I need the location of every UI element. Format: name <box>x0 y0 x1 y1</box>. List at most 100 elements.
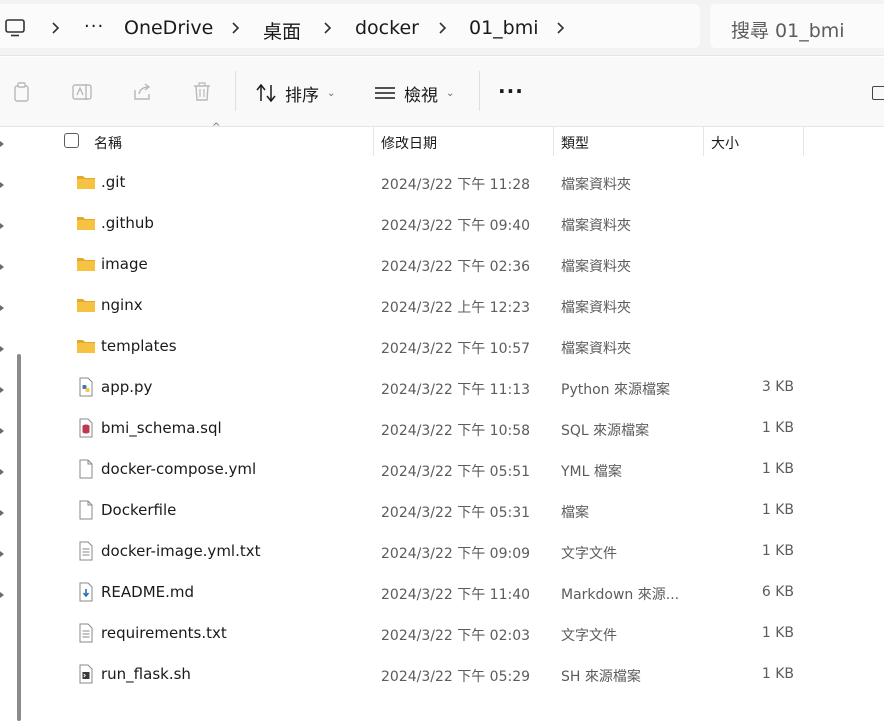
column-size[interactable]: 大小 <box>711 133 739 153</box>
search-input[interactable]: 搜尋 01_bmi <box>710 4 884 48</box>
file-size: 1 KB <box>761 543 794 559</box>
breadcrumb-item-onedrive[interactable]: OneDrive <box>124 17 213 39</box>
file-date: 2024/3/22 下午 09:09 <box>381 546 531 562</box>
file-type: 檔案資料夾 <box>561 177 631 193</box>
expand-arrow-icon[interactable] <box>0 223 4 229</box>
expand-arrow-icon[interactable] <box>0 592 4 598</box>
chevron-right-icon[interactable] <box>230 18 242 38</box>
column-name[interactable]: 名稱 <box>94 133 122 153</box>
file-name[interactable]: requirements.txt <box>101 624 227 642</box>
sort-label: 排序 <box>285 85 319 106</box>
file-row[interactable]: run_flask.sh 2024/3/22 下午 05:29 SH 來源檔案 1 K… <box>36 654 884 695</box>
folder-icon <box>76 172 96 192</box>
file-row[interactable]: app.py 2024/3/22 下午 11:13 Python 來源檔案 3 KB <box>36 367 884 408</box>
file-row[interactable]: bmi_schema.sql 2024/3/22 下午 10:58 SQL 來源檔案… <box>36 408 884 449</box>
expand-arrow-icon[interactable] <box>0 551 4 557</box>
column-header: ^ 名稱 修改日期 類型 大小 <box>36 122 884 158</box>
file-row[interactable]: docker-compose.yml 2024/3/22 下午 05:51 YML … <box>36 449 884 490</box>
file-name[interactable]: .github <box>101 214 154 232</box>
column-divider[interactable] <box>373 126 374 156</box>
view-icon <box>375 87 395 99</box>
delete-icon[interactable] <box>191 81 213 103</box>
nav-scrollbar[interactable] <box>17 354 21 721</box>
expand-arrow-icon[interactable] <box>0 387 4 393</box>
column-date[interactable]: 修改日期 <box>381 133 437 153</box>
file-name[interactable]: nginx <box>101 296 143 314</box>
file-row[interactable]: requirements.txt 2024/3/22 下午 02:03 文字文件 1 … <box>36 613 884 654</box>
column-divider[interactable] <box>803 126 804 156</box>
file-type: Python 來源檔案 <box>561 382 670 398</box>
breadcrumb[interactable]: ··· OneDrive 桌面 docker 01_bmi <box>0 4 700 48</box>
file-row[interactable]: Dockerfile 2024/3/22 下午 05:31 檔案 1 KB <box>36 490 884 531</box>
file-row[interactable]: nginx 2024/3/22 上午 12:23 檔案資料夾 <box>36 285 884 326</box>
file-size: 1 KB <box>761 420 794 436</box>
breadcrumb-more-button[interactable]: ··· <box>84 16 104 37</box>
folder-icon <box>76 254 96 274</box>
file-row[interactable]: image 2024/3/22 下午 02:36 檔案資料夾 <box>36 244 884 285</box>
chevron-down-icon: ⌄ <box>446 87 455 99</box>
chevron-right-icon[interactable] <box>50 18 62 38</box>
folder-icon <box>76 295 96 315</box>
file-name[interactable]: run_flask.sh <box>101 665 191 683</box>
file-date: 2024/3/22 下午 11:40 <box>381 587 531 603</box>
expand-arrow-icon[interactable] <box>0 264 4 270</box>
breadcrumb-item-desktop[interactable]: 桌面 <box>263 17 301 44</box>
file-type: 檔案 <box>561 505 589 521</box>
file-icon <box>76 459 96 479</box>
file-date: 2024/3/22 下午 05:29 <box>381 669 531 685</box>
file-type: 文字文件 <box>561 628 617 644</box>
toolbar-divider <box>479 71 480 111</box>
chevron-right-icon[interactable] <box>437 18 449 38</box>
navigation-pane <box>0 128 27 721</box>
more-options-button[interactable]: ··· <box>498 79 524 103</box>
column-type[interactable]: 類型 <box>561 133 589 153</box>
expand-arrow-icon[interactable] <box>0 182 4 188</box>
file-size: 1 KB <box>761 461 794 477</box>
expand-arrow-icon[interactable] <box>0 469 4 475</box>
sort-button[interactable]: 排序 ⌄ <box>255 81 335 106</box>
file-name[interactable]: docker-image.yml.txt <box>101 542 261 560</box>
view-label: 檢視 <box>404 85 438 106</box>
search-placeholder: 搜尋 01_bmi <box>731 20 845 42</box>
folder-icon <box>76 336 96 356</box>
python-file-icon <box>76 377 96 397</box>
details-pane-icon[interactable] <box>872 86 884 100</box>
view-button[interactable]: 檢視 ⌄ <box>374 81 455 106</box>
file-row[interactable]: .github 2024/3/22 下午 09:40 檔案資料夾 <box>36 203 884 244</box>
expand-arrow-icon[interactable] <box>0 305 4 311</box>
address-bar: ··· OneDrive 桌面 docker 01_bmi 搜尋 01_bmi <box>0 0 884 56</box>
file-date: 2024/3/22 下午 09:40 <box>381 218 531 234</box>
file-name[interactable]: image <box>101 255 148 273</box>
file-row[interactable]: .git 2024/3/22 下午 11:28 檔案資料夾 <box>36 162 884 203</box>
file-name[interactable]: app.py <box>101 378 152 396</box>
file-name[interactable]: bmi_schema.sql <box>101 419 222 437</box>
file-name[interactable]: templates <box>101 337 177 355</box>
file-row[interactable]: docker-image.yml.txt 2024/3/22 下午 09:09 文字… <box>36 531 884 572</box>
file-row[interactable]: README.md 2024/3/22 下午 11:40 Markdown 來源..… <box>36 572 884 613</box>
file-name[interactable]: Dockerfile <box>101 501 176 519</box>
breadcrumb-item-current[interactable]: 01_bmi <box>469 17 539 39</box>
chevron-right-icon[interactable] <box>322 18 334 38</box>
command-bar: 排序 ⌄ 檢視 ⌄ ··· <box>0 57 884 127</box>
expand-arrow-icon[interactable] <box>0 428 4 434</box>
computer-icon[interactable] <box>5 19 25 37</box>
expand-arrow-icon[interactable] <box>0 510 4 516</box>
file-name[interactable]: README.md <box>101 583 194 601</box>
share-icon[interactable] <box>131 81 153 103</box>
file-type: 文字文件 <box>561 546 617 562</box>
file-list: .git 2024/3/22 下午 11:28 檔案資料夾 .github 2024/3… <box>36 162 884 695</box>
breadcrumb-item-docker[interactable]: docker <box>355 17 419 39</box>
file-name[interactable]: .git <box>101 173 125 191</box>
markdown-file-icon <box>76 582 96 602</box>
copy-icon[interactable] <box>11 81 33 103</box>
column-divider[interactable] <box>703 126 704 156</box>
file-row[interactable]: templates 2024/3/22 下午 10:57 檔案資料夾 <box>36 326 884 367</box>
file-name[interactable]: docker-compose.yml <box>101 460 256 478</box>
chevron-right-icon[interactable] <box>555 18 567 38</box>
file-date: 2024/3/22 下午 02:03 <box>381 628 531 644</box>
expand-arrow-icon[interactable] <box>0 141 4 147</box>
rename-icon[interactable] <box>71 81 93 103</box>
column-divider[interactable] <box>553 126 554 156</box>
expand-arrow-icon[interactable] <box>0 346 4 352</box>
select-all-checkbox[interactable] <box>64 133 79 148</box>
